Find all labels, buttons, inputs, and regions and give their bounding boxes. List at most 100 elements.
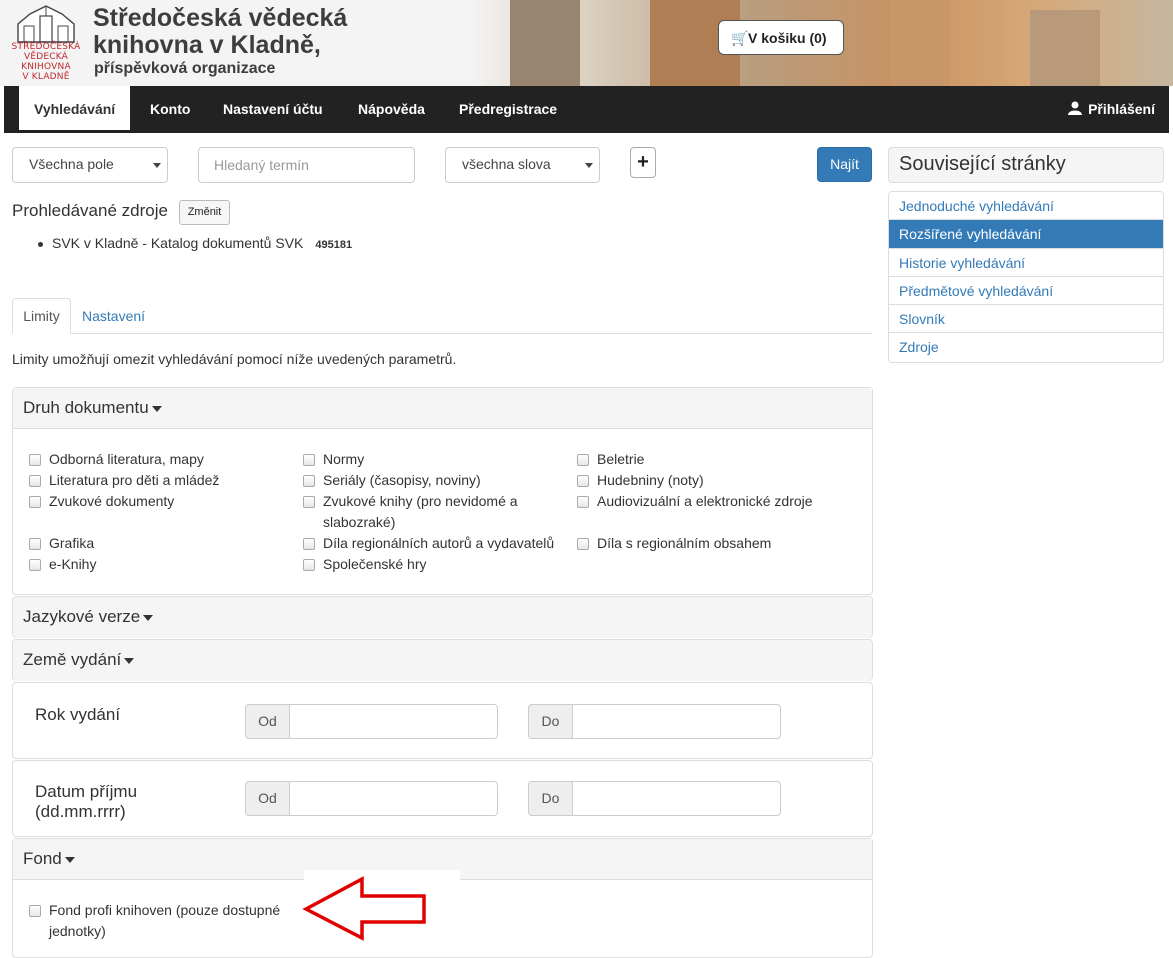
doc-type-option[interactable]: Normy <box>303 449 563 470</box>
checkbox[interactable] <box>303 559 315 571</box>
checkbox[interactable] <box>29 496 41 508</box>
bullet-icon <box>38 241 43 247</box>
logo-line: KNIHOVNA <box>21 62 71 72</box>
checkbox[interactable] <box>29 905 41 917</box>
checkbox[interactable] <box>29 454 41 466</box>
checkbox[interactable] <box>577 454 589 466</box>
chevron-down-icon <box>153 163 161 168</box>
caret-down-icon <box>151 405 162 412</box>
sidebar-item-sources[interactable]: Zdroje <box>889 333 1163 361</box>
panel-title: Jazykové verze <box>23 607 141 626</box>
chevron-down-icon <box>585 163 593 168</box>
checkbox[interactable] <box>303 538 315 550</box>
doc-type-panel: Druh dokumentu Odborná literatura, mapy … <box>12 387 873 595</box>
search-field-select[interactable]: Všechna pole <box>12 147 168 183</box>
doc-type-option[interactable]: e-Knihy <box>29 554 289 575</box>
received-date-label-line: Datum příjmu <box>35 782 138 801</box>
received-to-input[interactable] <box>572 781 781 816</box>
cart-label: V košiku (0) <box>748 30 827 46</box>
received-date-label: Datum příjmu (dd.mm.rrrr) <box>35 782 137 822</box>
nav-item-help[interactable]: Nápověda <box>343 86 440 133</box>
user-icon <box>1068 101 1083 115</box>
cart-icon: 🛒 <box>731 30 749 46</box>
received-from-input[interactable] <box>289 781 498 816</box>
checkbox[interactable] <box>29 559 41 571</box>
doc-type-option[interactable]: Odborná literatura, mapy <box>29 449 289 470</box>
year-to-input[interactable] <box>572 704 781 739</box>
received-date-label-format: (dd.mm.rrrr) <box>35 802 126 821</box>
related-pages-list: Jednoduché vyhledávání Rozšířené vyhledá… <box>888 191 1164 363</box>
doc-type-panel-header[interactable]: Druh dokumentu <box>13 388 872 429</box>
checkbox[interactable] <box>29 475 41 487</box>
sources-title: Prohledávané zdroje <box>12 201 168 220</box>
source-list-item: SVK v Kladně - Katalog dokumentů SVK 4951… <box>38 235 352 251</box>
panel-title: Druh dokumentu <box>23 398 149 417</box>
checkbox[interactable] <box>303 454 315 466</box>
tab-settings[interactable]: Nastavení <box>72 298 155 334</box>
doc-type-option[interactable]: Díla regionálních autorů a vydavatelů <box>303 533 575 554</box>
checkbox[interactable] <box>577 496 589 508</box>
site-title-line: knihovna v Kladně, <box>93 31 321 59</box>
logo-line: VĚDECKÁ <box>23 52 69 62</box>
doc-type-option[interactable]: Zvukové dokumenty <box>29 491 289 512</box>
doc-type-option[interactable]: Hudebniny (noty) <box>577 470 857 491</box>
nav-item-search[interactable]: Vyhledávání <box>19 86 131 133</box>
checkbox[interactable] <box>303 496 315 508</box>
doc-type-option[interactable]: Díla s regionálním obsahem <box>577 533 857 554</box>
checkbox[interactable] <box>303 475 315 487</box>
site-header: STŘEDOČESKÁ VĚDECKÁ KNIHOVNA V KLADNĚ St… <box>0 0 1173 86</box>
find-button[interactable]: Najít <box>817 147 872 182</box>
sidebar-item-simple-search[interactable]: Jednoduché vyhledávání <box>889 192 1163 221</box>
fond-option[interactable]: Fond profi knihoven (pouze dostupné jedn… <box>29 900 309 942</box>
logo-line: V KLADNĚ <box>22 72 70 82</box>
year-from-input[interactable] <box>289 704 498 739</box>
doc-type-option[interactable]: Zvukové knihy (pro nevidomé a slabozraké… <box>303 491 551 533</box>
doc-type-option[interactable]: Beletrie <box>577 449 857 470</box>
caret-down-icon <box>124 657 135 664</box>
search-mode-select[interactable]: všechna slova <box>445 147 600 183</box>
search-field-value: Všechna pole <box>29 156 114 172</box>
change-sources-button[interactable]: Změnit <box>179 200 230 225</box>
year-from-addon: Od <box>245 704 290 739</box>
source-name: SVK v Kladně - Katalog dokumentů SVK <box>52 235 304 251</box>
add-search-field-button[interactable]: + <box>630 147 656 178</box>
doc-type-option[interactable]: Seriály (časopisy, noviny) <box>303 470 563 491</box>
sidebar-item-advanced-search[interactable]: Rozšířené vyhledávání <box>889 220 1163 249</box>
panel-title: Země vydání <box>23 650 122 669</box>
checkbox[interactable] <box>29 538 41 550</box>
main-navigation: Vyhledávání Konto Nastavení účtu Nápověd… <box>4 86 1169 133</box>
logo-text: STŘEDOČESKÁ VĚDECKÁ KNIHOVNA V KLADNĚ <box>10 42 82 82</box>
search-term-input[interactable]: Hledaný termín <box>198 147 415 183</box>
doc-type-option[interactable]: Společenské hry <box>303 554 563 575</box>
login-label: Přihlášení <box>1088 101 1155 117</box>
limits-description: Limity umožňují omezit vyhledávání pomoc… <box>12 351 457 367</box>
checkbox[interactable] <box>577 538 589 550</box>
tab-limits[interactable]: Limity <box>12 298 71 334</box>
nav-item-account[interactable]: Konto <box>135 86 205 133</box>
sidebar-item-dictionary[interactable]: Slovník <box>889 305 1163 334</box>
country-panel-header[interactable]: Země vydání <box>13 640 872 681</box>
cart-button[interactable]: 🛒V košiku (0) <box>718 20 844 55</box>
search-term-placeholder: Hledaný termín <box>214 157 309 173</box>
related-pages-title: Související stránky <box>888 147 1164 183</box>
caret-down-icon <box>143 614 154 621</box>
received-to-addon: Do <box>528 781 573 816</box>
site-title[interactable]: Středočeská vědecká knihovna v Kladně, <box>93 5 347 59</box>
doc-type-option[interactable]: Audiovizuální a elektronické zdroje <box>577 491 857 512</box>
country-panel: Země vydání <box>12 639 873 681</box>
sidebar-item-subject-search[interactable]: Předmětové vyhledávání <box>889 277 1163 306</box>
site-subtitle: příspěvková organizace <box>94 60 276 77</box>
doc-type-option[interactable]: Grafika <box>29 533 289 554</box>
language-panel-header[interactable]: Jazykové verze <box>13 597 872 638</box>
sidebar-item-search-history[interactable]: Historie vyhledávání <box>889 249 1163 277</box>
login-link[interactable]: Přihlášení <box>1068 86 1155 133</box>
doc-type-option[interactable]: Literatura pro děti a mládež <box>29 470 289 491</box>
search-mode-value: všechna slova <box>462 156 551 172</box>
year-label: Rok vydání <box>35 705 121 724</box>
nav-item-preregistration[interactable]: Předregistrace <box>444 86 572 133</box>
checkbox[interactable] <box>577 475 589 487</box>
received-from-addon: Od <box>245 781 290 816</box>
year-to-addon: Do <box>528 704 573 739</box>
nav-item-account-settings[interactable]: Nastavení účtu <box>208 86 338 133</box>
site-title-line: Středočeská vědecká <box>93 4 348 32</box>
